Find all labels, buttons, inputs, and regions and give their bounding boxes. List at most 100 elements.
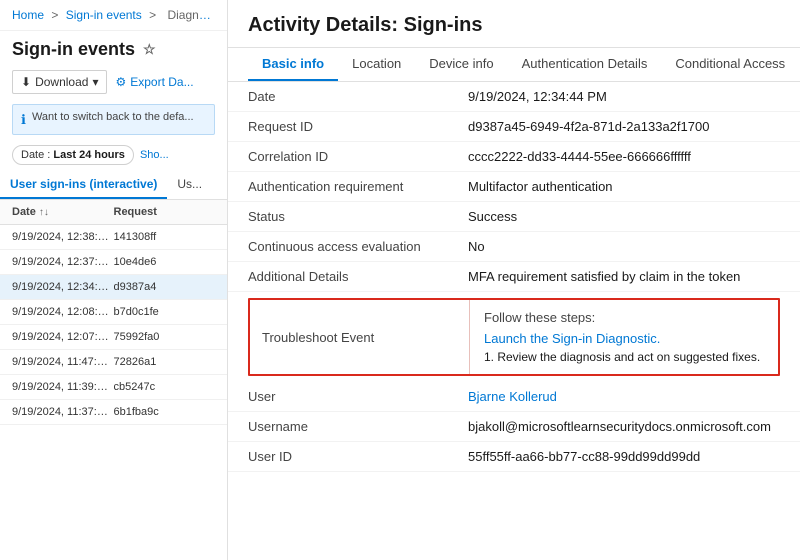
detail-label: Additional Details (248, 269, 468, 284)
detail-label: Authentication requirement (248, 179, 468, 194)
detail-row: Request ID d9387a45-6949-4f2a-871d-2a133… (228, 112, 800, 142)
breadcrumb: Home > Sign-in events > Diagno... (0, 0, 227, 31)
cell-date: 9/19/2024, 12:08:05 ... (12, 306, 114, 318)
download-button[interactable]: ⬇ Download ▾ (12, 70, 107, 94)
pin-icon[interactable]: ☆ (143, 41, 156, 58)
detail-row: Date 9/19/2024, 12:34:44 PM (228, 82, 800, 112)
detail-tab-location[interactable]: Location (338, 48, 415, 81)
detail-label: User (248, 389, 468, 404)
table-rows-container: 9/19/2024, 12:38:04 ... 141308ff 9/19/20… (0, 225, 227, 560)
detail-row: Username bjakoll@microsoftlearnsecurityd… (228, 412, 800, 442)
download-chevron-icon: ▾ (92, 75, 98, 89)
detail-row: User Bjarne Kollerud (228, 382, 800, 412)
detail-value: d9387a45-6949-4f2a-871d-2a133a2f1700 (468, 119, 780, 134)
detail-value: 55ff55ff-aa66-bb77-cc88-99dd99dd99dd (468, 449, 780, 464)
detail-label: Continuous access evaluation (248, 239, 468, 254)
table-row[interactable]: 9/19/2024, 12:37:57 ... 10e4de6 (0, 250, 227, 275)
cell-date: 9/19/2024, 11:37:54 ... (12, 406, 114, 418)
table-row[interactable]: 9/19/2024, 12:07:56 ... 75992fa0 (0, 325, 227, 350)
cell-date: 9/19/2024, 12:38:04 ... (12, 231, 114, 243)
breadcrumb-events[interactable]: Sign-in events (66, 8, 142, 22)
cell-request: 141308ff (114, 231, 216, 243)
detail-title: Activity Details: Sign-ins (228, 0, 800, 48)
download-label: Download (35, 75, 88, 89)
filter-bar: Date : Last 24 hours Sho... (12, 145, 215, 165)
show-button[interactable]: Sho... (140, 149, 169, 161)
right-panel: Activity Details: Sign-ins Basic infoLoc… (228, 0, 800, 560)
cell-date: 9/19/2024, 12:34:44 ... (12, 281, 114, 293)
date-filter-badge[interactable]: Date : Last 24 hours (12, 145, 134, 165)
left-panel: Home > Sign-in events > Diagno... Sign-i… (0, 0, 228, 560)
breadcrumb-home[interactable]: Home (12, 8, 44, 22)
cell-request: 10e4de6 (114, 256, 216, 268)
page-title-container: Sign-in events ☆ (0, 31, 227, 64)
info-banner: ℹ Want to switch back to the defa... (12, 104, 215, 135)
info-icon: ℹ (21, 112, 26, 128)
detail-label: Request ID (248, 119, 468, 134)
follow-text: Follow these steps: (484, 310, 764, 325)
detail-value[interactable]: Bjarne Kollerud (468, 389, 780, 404)
page-title: Sign-in events (12, 39, 135, 60)
gear-icon: ⚙ (115, 75, 126, 89)
detail-content: Date 9/19/2024, 12:34:44 PM Request ID d… (228, 82, 800, 560)
detail-label: Username (248, 419, 468, 434)
cell-date: 9/19/2024, 12:37:57 ... (12, 256, 114, 268)
tab-user-other[interactable]: Us... (167, 171, 212, 199)
table-row[interactable]: 9/19/2024, 11:39:13 ... cb5247c (0, 375, 227, 400)
detail-label: Correlation ID (248, 149, 468, 164)
col-header-date: Date ↑↓ (12, 206, 114, 218)
detail-label: Status (248, 209, 468, 224)
table-row[interactable]: 9/19/2024, 12:38:04 ... 141308ff (0, 225, 227, 250)
table-header: Date ↑↓ Request (0, 200, 227, 225)
export-label: Export Da... (130, 75, 193, 89)
detail-value: MFA requirement satisfied by claim in th… (468, 269, 780, 284)
detail-row: Continuous access evaluation No (228, 232, 800, 262)
detail-value: cccc2222-dd33-4444-55ee-666666ffffff (468, 149, 780, 164)
cell-date: 9/19/2024, 11:39:13 ... (12, 381, 114, 393)
left-tabs: User sign-ins (interactive) Us... (0, 171, 227, 200)
table-row[interactable]: 9/19/2024, 12:08:05 ... b7d0c1fe (0, 300, 227, 325)
detail-tab-device-info[interactable]: Device info (415, 48, 507, 81)
table-row[interactable]: 9/19/2024, 12:34:44 ... d9387a4 (0, 275, 227, 300)
cell-date: 9/19/2024, 12:07:56 ... (12, 331, 114, 343)
troubleshoot-event-row: Troubleshoot Event Follow these steps: L… (248, 298, 780, 376)
detail-tab-conditional-access[interactable]: Conditional Access (661, 48, 799, 81)
sort-icon[interactable]: ↑↓ (39, 207, 49, 218)
detail-label: User ID (248, 449, 468, 464)
detail-label: Date (248, 89, 468, 104)
troubleshoot-content: Follow these steps: Launch the Sign-in D… (470, 300, 778, 374)
detail-value: bjakoll@microsoftlearnsecuritydocs.onmic… (468, 419, 780, 434)
toolbar: ⬇ Download ▾ ⚙ Export Da... (0, 64, 227, 100)
detail-row: Additional Details MFA requirement satis… (228, 262, 800, 292)
cell-request: cb5247c (114, 381, 216, 393)
detail-row: User ID 55ff55ff-aa66-bb77-cc88-99dd99dd… (228, 442, 800, 472)
cell-request: 75992fa0 (114, 331, 216, 343)
cell-request: 72826a1 (114, 356, 216, 368)
detail-value: 9/19/2024, 12:34:44 PM (468, 89, 780, 104)
breadcrumb-current: Diagno... (167, 8, 215, 22)
detail-tab-basic-info[interactable]: Basic info (248, 48, 338, 81)
table-row[interactable]: 9/19/2024, 11:47:23 ... 72826a1 (0, 350, 227, 375)
detail-row: Correlation ID cccc2222-dd33-4444-55ee-6… (228, 142, 800, 172)
step-text: 1. Review the diagnosis and act on sugge… (484, 350, 764, 364)
col-header-request: Request (114, 206, 216, 218)
detail-value: Success (468, 209, 780, 224)
troubleshoot-label: Troubleshoot Event (250, 300, 470, 374)
detail-tab-authentication-details[interactable]: Authentication Details (508, 48, 662, 81)
date-prefix: Date : (21, 149, 53, 161)
info-banner-text: Want to switch back to the defa... (32, 111, 194, 123)
launch-diagnostic-link[interactable]: Launch the Sign-in Diagnostic. (484, 331, 764, 346)
cell-request: d9387a4 (114, 281, 216, 293)
detail-row: Authentication requirement Multifactor a… (228, 172, 800, 202)
cell-request: 6b1fba9c (114, 406, 216, 418)
detail-row: Status Success (228, 202, 800, 232)
detail-tabs: Basic infoLocationDevice infoAuthenticat… (228, 48, 800, 82)
tab-user-signin-interactive[interactable]: User sign-ins (interactive) (0, 171, 167, 199)
cell-request: b7d0c1fe (114, 306, 216, 318)
export-link[interactable]: ⚙ Export Da... (115, 75, 193, 89)
table-row[interactable]: 9/19/2024, 11:37:54 ... 6b1fba9c (0, 400, 227, 425)
date-value: Last 24 hours (53, 149, 125, 161)
cell-date: 9/19/2024, 11:47:23 ... (12, 356, 114, 368)
detail-value: No (468, 239, 780, 254)
download-icon: ⬇ (21, 75, 31, 89)
